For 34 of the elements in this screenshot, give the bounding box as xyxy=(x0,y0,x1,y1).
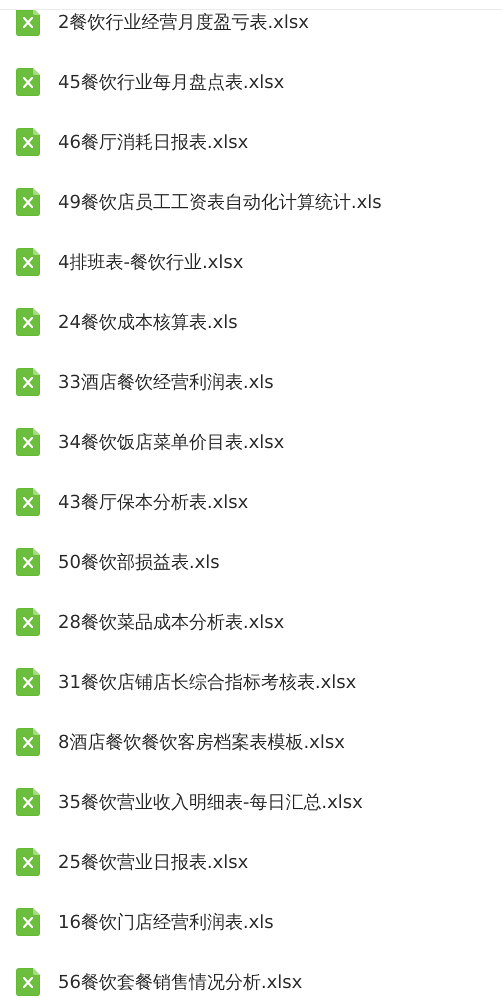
file-name[interactable]: 24餐饮成本核算表.xls xyxy=(58,308,238,336)
spreadsheet-file-icon xyxy=(16,728,40,756)
spreadsheet-file-icon xyxy=(16,908,40,936)
spreadsheet-file-icon xyxy=(16,188,40,216)
file-name[interactable]: 16餐饮门店经营利润表.xls xyxy=(58,908,274,936)
file-name[interactable]: 25餐饮营业日报表.xlsx xyxy=(58,848,248,876)
file-name[interactable]: 31餐饮店铺店长综合指标考核表.xlsx xyxy=(58,668,356,696)
spreadsheet-file-icon xyxy=(16,788,40,816)
file-name[interactable]: 50餐饮部损益表.xls xyxy=(58,548,220,576)
file-name[interactable]: 34餐饮饭店菜单价目表.xlsx xyxy=(58,428,284,456)
spreadsheet-file-icon xyxy=(16,248,40,276)
spreadsheet-file-icon xyxy=(16,968,40,996)
file-name[interactable]: 33酒店餐饮经营利润表.xls xyxy=(58,368,274,396)
spreadsheet-file-icon xyxy=(16,428,40,456)
file-name[interactable]: 4排班表-餐饮行业.xlsx xyxy=(58,248,244,276)
spreadsheet-file-icon xyxy=(16,68,40,96)
spreadsheet-file-icon xyxy=(16,848,40,876)
file-name[interactable]: 49餐饮店员工工资表自动化计算统计.xls xyxy=(58,188,382,216)
file-name[interactable]: 43餐厅保本分析表.xlsx xyxy=(58,488,248,516)
file-name[interactable]: 46餐厅消耗日报表.xlsx xyxy=(58,128,248,156)
spreadsheet-file-icon xyxy=(16,128,40,156)
file-name[interactable]: 56餐饮套餐销售情况分析.xlsx xyxy=(58,968,302,996)
spreadsheet-file-icon xyxy=(16,488,40,516)
file-name[interactable]: 45餐饮行业每月盘点表.xlsx xyxy=(58,68,284,96)
file-name[interactable]: 35餐饮营业收入明细表-每日汇总.xlsx xyxy=(58,788,363,816)
spreadsheet-file-icon xyxy=(16,368,40,396)
spreadsheet-file-icon xyxy=(16,608,40,636)
spreadsheet-file-icon xyxy=(16,308,40,336)
file-name[interactable]: 2餐饮行业经营月度盈亏表.xlsx xyxy=(58,10,309,36)
file-name[interactable]: 8酒店餐饮餐饮客房档案表模板.xlsx xyxy=(58,728,345,756)
file-name[interactable]: 28餐饮菜品成本分析表.xlsx xyxy=(58,608,284,636)
spreadsheet-file-icon xyxy=(16,668,40,696)
spreadsheet-file-icon xyxy=(16,548,40,576)
spreadsheet-file-icon xyxy=(16,10,40,36)
